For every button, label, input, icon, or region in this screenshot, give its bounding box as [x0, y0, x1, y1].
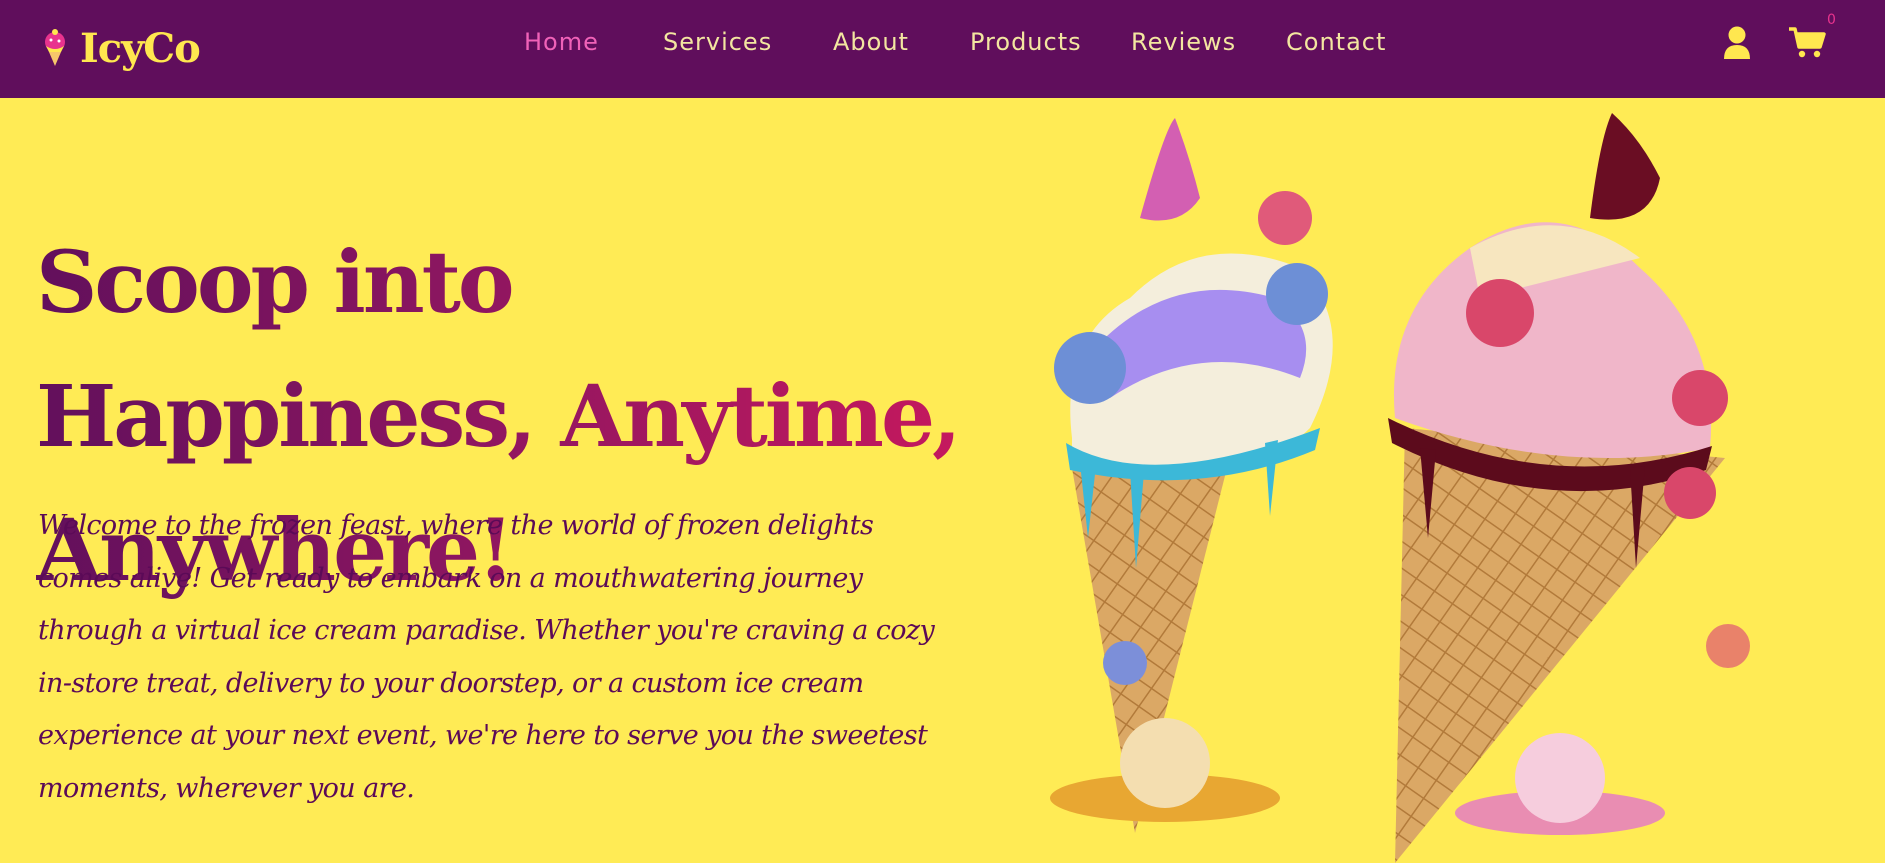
- nav-link-about[interactable]: About: [833, 28, 909, 56]
- nav-link-contact[interactable]: Contact: [1286, 28, 1386, 56]
- cart-count-badge: 0: [1827, 12, 1836, 28]
- nav-link-services[interactable]: Services: [663, 28, 772, 56]
- ice-cream-cones-image: [1050, 113, 1750, 863]
- user-icon[interactable]: [1723, 26, 1751, 65]
- navbar: IcyCo Home Services About Products Revie…: [0, 0, 1885, 98]
- ice-cream-logo-icon: [45, 29, 65, 66]
- nav-link-products[interactable]: Products: [970, 28, 1082, 56]
- brand-logo[interactable]: IcyCo: [40, 22, 201, 74]
- nav-link-reviews[interactable]: Reviews: [1131, 28, 1236, 56]
- brand-name: IcyCo: [80, 24, 201, 72]
- hero-description: Welcome to the frozen feast, where the w…: [38, 510, 935, 804]
- nav-link-home[interactable]: Home: [524, 28, 599, 56]
- cart-icon[interactable]: [1788, 26, 1826, 63]
